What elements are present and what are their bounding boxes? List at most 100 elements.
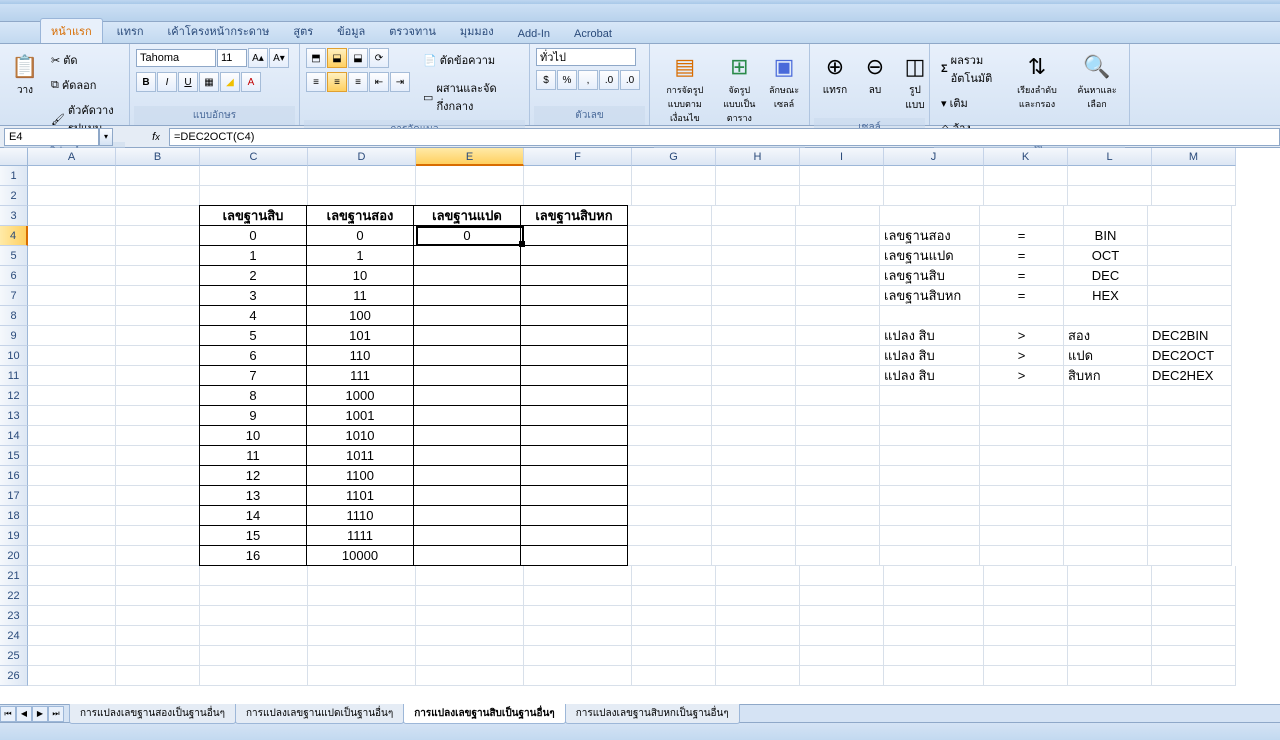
cell-C21[interactable] (200, 566, 308, 586)
fx-button[interactable]: fx (147, 128, 165, 146)
cell-B16[interactable] (116, 466, 200, 486)
cell-F11[interactable] (520, 365, 628, 386)
cell-M10[interactable]: DEC2OCT (1148, 346, 1232, 366)
cell-G16[interactable] (628, 466, 712, 486)
orientation-button[interactable]: ⟳ (369, 48, 389, 68)
align-left-button[interactable]: ≡ (306, 72, 326, 92)
cell-E25[interactable] (416, 646, 524, 666)
cell-E10[interactable] (413, 345, 521, 366)
col-header-E[interactable]: E (416, 148, 524, 166)
cell-C7[interactable]: 3 (199, 285, 307, 306)
cell-K4[interactable]: = (980, 226, 1064, 246)
cell-J5[interactable]: เลขฐานแปด (880, 246, 980, 266)
cell-D9[interactable]: 101 (306, 325, 414, 346)
cell-F18[interactable] (520, 505, 628, 526)
cell-H26[interactable] (716, 666, 800, 686)
row-header-21[interactable]: 21 (0, 566, 28, 586)
cell-E15[interactable] (413, 445, 521, 466)
cell-K18[interactable] (980, 506, 1064, 526)
cell-D2[interactable] (308, 186, 416, 206)
cell-C17[interactable]: 13 (199, 485, 307, 506)
ribbon-tab-1[interactable]: แทรก (107, 19, 154, 43)
cell-B5[interactable] (116, 246, 200, 266)
cell-J12[interactable] (880, 386, 980, 406)
increase-decimal-button[interactable]: .0 (599, 70, 619, 90)
conditional-format-button[interactable]: การจัดรูปแบบตามเงื่อนไข (656, 48, 714, 128)
cell-L13[interactable] (1064, 406, 1148, 426)
cell-K13[interactable] (980, 406, 1064, 426)
cell-E12[interactable] (413, 385, 521, 406)
cell-C26[interactable] (200, 666, 308, 686)
cell-D7[interactable]: 11 (306, 285, 414, 306)
cell-J26[interactable] (884, 666, 984, 686)
cell-H22[interactable] (716, 586, 800, 606)
cell-I20[interactable] (796, 546, 880, 566)
cell-B8[interactable] (116, 306, 200, 326)
cell-D15[interactable]: 1011 (306, 445, 414, 466)
cell-G13[interactable] (628, 406, 712, 426)
cell-D14[interactable]: 1010 (306, 425, 414, 446)
cell-K11[interactable]: > (980, 366, 1064, 386)
cell-M25[interactable] (1152, 646, 1236, 666)
row-header-6[interactable]: 6 (0, 266, 28, 286)
cell-M23[interactable] (1152, 606, 1236, 626)
cell-H13[interactable] (712, 406, 796, 426)
cell-E7[interactable] (413, 285, 521, 306)
cell-A3[interactable] (28, 206, 116, 226)
comma-button[interactable]: , (578, 70, 598, 90)
align-bottom-button[interactable]: ⬓ (348, 48, 368, 68)
cell-H21[interactable] (716, 566, 800, 586)
cell-L4[interactable]: BIN (1064, 226, 1148, 246)
cell-K20[interactable] (980, 546, 1064, 566)
cells-region[interactable]: เลขฐานสิบเลขฐานสองเลขฐานแปดเลขฐานสิบหก00… (28, 166, 1236, 686)
cell-L5[interactable]: OCT (1064, 246, 1148, 266)
cell-J22[interactable] (884, 586, 984, 606)
name-box-dropdown[interactable]: ▾ (99, 128, 113, 146)
cell-L21[interactable] (1068, 566, 1152, 586)
cell-E8[interactable] (413, 305, 521, 326)
cell-I24[interactable] (800, 626, 884, 646)
sheet-tab-2[interactable]: การแปลงเลขฐานสิบเป็นฐานอื่นๆ (403, 704, 565, 724)
row-header-24[interactable]: 24 (0, 626, 28, 646)
cell-A14[interactable] (28, 426, 116, 446)
cell-H11[interactable] (712, 366, 796, 386)
cell-I17[interactable] (796, 486, 880, 506)
cell-H6[interactable] (712, 266, 796, 286)
select-all-corner[interactable] (0, 148, 28, 166)
cell-L15[interactable] (1064, 446, 1148, 466)
cell-L19[interactable] (1064, 526, 1148, 546)
cell-I4[interactable] (796, 226, 880, 246)
cell-D25[interactable] (308, 646, 416, 666)
cell-G20[interactable] (628, 546, 712, 566)
row-header-19[interactable]: 19 (0, 526, 28, 546)
cell-G10[interactable] (628, 346, 712, 366)
row-header-23[interactable]: 23 (0, 606, 28, 626)
row-header-8[interactable]: 8 (0, 306, 28, 326)
cell-F10[interactable] (520, 345, 628, 366)
cell-A12[interactable] (28, 386, 116, 406)
cell-D17[interactable]: 1101 (306, 485, 414, 506)
cell-L6[interactable]: DEC (1064, 266, 1148, 286)
col-header-F[interactable]: F (524, 148, 632, 166)
cell-I23[interactable] (800, 606, 884, 626)
cell-C5[interactable]: 1 (199, 245, 307, 266)
cell-J15[interactable] (880, 446, 980, 466)
cell-H14[interactable] (712, 426, 796, 446)
cell-C4[interactable]: 0 (199, 225, 307, 246)
cell-G22[interactable] (632, 586, 716, 606)
cell-E17[interactable] (413, 485, 521, 506)
row-header-2[interactable]: 2 (0, 186, 28, 206)
grow-font-button[interactable]: A▴ (248, 48, 268, 68)
ribbon-tab-2[interactable]: เค้าโครงหน้ากระดาษ (158, 19, 280, 43)
cell-A5[interactable] (28, 246, 116, 266)
cell-D3[interactable]: เลขฐานสอง (306, 205, 414, 226)
cell-H9[interactable] (712, 326, 796, 346)
cell-B12[interactable] (116, 386, 200, 406)
cell-J17[interactable] (880, 486, 980, 506)
cell-D6[interactable]: 10 (306, 265, 414, 286)
row-header-5[interactable]: 5 (0, 246, 28, 266)
cell-F24[interactable] (524, 626, 632, 646)
cell-B1[interactable] (116, 166, 200, 186)
cell-G24[interactable] (632, 626, 716, 646)
cell-M12[interactable] (1148, 386, 1232, 406)
